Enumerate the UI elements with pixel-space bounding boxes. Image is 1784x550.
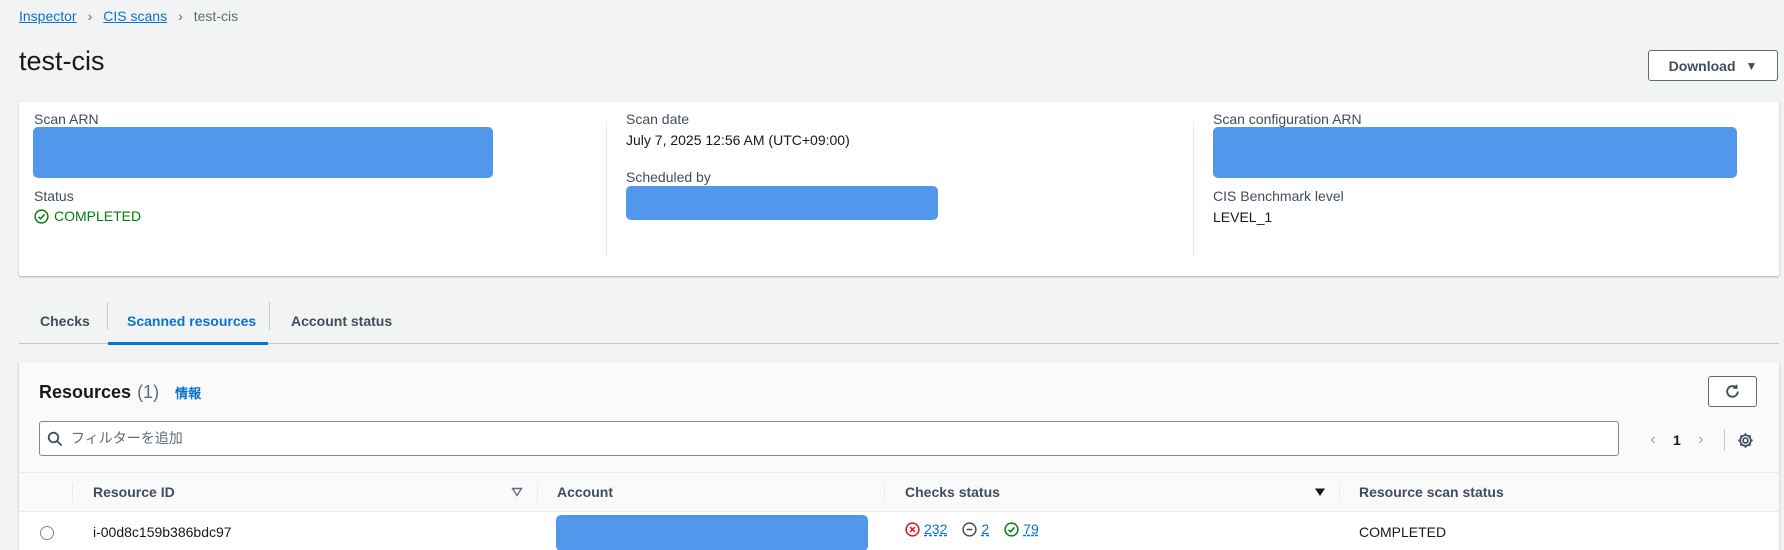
resources-header: Resources (1) 情報 ‹ 1 › bbox=[19, 362, 1779, 472]
column-divider bbox=[1339, 483, 1340, 503]
breadcrumb-inspector[interactable]: Inspector bbox=[19, 8, 77, 24]
filter-box bbox=[39, 421, 1619, 456]
resource-scan-status-cell: COMPLETED bbox=[1359, 524, 1447, 540]
gear-icon bbox=[1738, 432, 1753, 448]
chevron-right-icon: › bbox=[178, 8, 183, 24]
status-success-icon bbox=[34, 208, 49, 224]
column-header-account[interactable]: Account bbox=[557, 473, 613, 511]
resource-id-cell: i-00d8c159b386bdc97 bbox=[93, 524, 232, 540]
next-page-button[interactable]: › bbox=[1693, 431, 1709, 449]
status-text: COMPLETED bbox=[54, 208, 142, 224]
breadcrumb-cis-scans[interactable]: CIS scans bbox=[103, 8, 167, 24]
skipped-checks-badge: 2 bbox=[962, 521, 989, 537]
download-button[interactable]: Download ▼ bbox=[1648, 50, 1778, 81]
search-icon bbox=[47, 431, 63, 446]
scheduled-by-label: Scheduled by bbox=[626, 169, 711, 185]
resources-count: (1) bbox=[137, 382, 160, 402]
sort-active-icon[interactable] bbox=[1314, 486, 1326, 498]
tab-account-status[interactable]: Account status bbox=[291, 298, 392, 344]
tab-checks[interactable]: Checks bbox=[40, 298, 90, 344]
page-title: test-cis bbox=[19, 46, 105, 76]
refresh-button[interactable] bbox=[1708, 376, 1757, 407]
passed-checks-count[interactable]: 79 bbox=[1023, 521, 1039, 537]
tab-scanned-resources[interactable]: Scanned resources bbox=[127, 298, 256, 344]
breadcrumb: Inspector › CIS scans › test-cis bbox=[19, 7, 238, 25]
column-header-resource-scan-status[interactable]: Resource scan status bbox=[1359, 473, 1504, 511]
scan-arn-label: Scan ARN bbox=[34, 111, 99, 127]
scan-config-arn-redacted bbox=[1213, 127, 1737, 178]
info-link[interactable]: 情報 bbox=[175, 383, 201, 402]
failed-checks-count[interactable]: 232 bbox=[924, 521, 947, 537]
pager-separator bbox=[1723, 429, 1725, 451]
download-label: Download bbox=[1668, 57, 1736, 74]
caret-down-icon: ▼ bbox=[1745, 58, 1758, 73]
pagination: ‹ 1 › bbox=[1645, 429, 1754, 451]
error-icon bbox=[905, 521, 920, 537]
column-divider bbox=[72, 483, 73, 503]
previous-page-button[interactable]: ‹ bbox=[1645, 431, 1661, 449]
column-divider bbox=[537, 483, 538, 503]
resources-heading: Resources (1) 情報 bbox=[39, 382, 201, 403]
skipped-checks-count[interactable]: 2 bbox=[981, 521, 989, 537]
row-select-radio[interactable] bbox=[40, 526, 54, 540]
tab-separator bbox=[107, 302, 108, 330]
filter-input[interactable] bbox=[71, 430, 1571, 447]
passed-checks-badge: 79 bbox=[1004, 521, 1039, 537]
resources-title: Resources bbox=[39, 382, 132, 402]
failed-checks-badge: 232 bbox=[905, 521, 947, 537]
column-divider bbox=[884, 483, 885, 503]
sort-descending-icon[interactable] bbox=[511, 486, 523, 498]
scheduled-by-redacted bbox=[626, 186, 938, 220]
status-label: Status bbox=[34, 188, 74, 204]
table-header-row: Resource ID Account Checks status Resour… bbox=[19, 472, 1779, 512]
table-row[interactable]: i-00d8c159b386bdc97 232 2 79 COMPLETED bbox=[19, 512, 1779, 550]
current-page-number[interactable]: 1 bbox=[1673, 432, 1681, 448]
skipped-icon bbox=[962, 521, 977, 537]
scan-summary-panel: Scan ARN Status COMPLETED Scan date July… bbox=[19, 102, 1779, 276]
checks-status-cell: 232 2 79 bbox=[905, 521, 1039, 537]
resources-table-container: Resources (1) 情報 ‹ 1 › bbox=[19, 362, 1779, 550]
scan-date-label: Scan date bbox=[626, 111, 690, 127]
scan-date-value: July 7, 2025 12:56 AM (UTC+09:00) bbox=[626, 132, 850, 148]
breadcrumb-current: test-cis bbox=[193, 8, 239, 24]
account-redacted bbox=[556, 515, 868, 550]
tab-separator bbox=[269, 302, 270, 330]
active-tab-indicator bbox=[108, 342, 268, 345]
column-header-checks-status[interactable]: Checks status bbox=[905, 473, 1000, 511]
chevron-right-icon: › bbox=[87, 8, 93, 24]
status-value: COMPLETED bbox=[34, 208, 141, 224]
preferences-button[interactable] bbox=[1737, 432, 1754, 449]
column-header-resource-id[interactable]: Resource ID bbox=[93, 473, 175, 511]
cis-level-label: CIS Benchmark level bbox=[1213, 188, 1344, 204]
cis-level-value: LEVEL_1 bbox=[1213, 209, 1273, 225]
tab-list: Checks Scanned resources Account status bbox=[19, 298, 1779, 345]
scan-config-arn-label: Scan configuration ARN bbox=[1213, 111, 1362, 127]
scan-arn-redacted bbox=[33, 127, 493, 178]
column-divider bbox=[1193, 122, 1194, 256]
success-icon bbox=[1004, 521, 1019, 537]
column-divider bbox=[606, 122, 607, 256]
refresh-icon bbox=[1726, 384, 1739, 398]
